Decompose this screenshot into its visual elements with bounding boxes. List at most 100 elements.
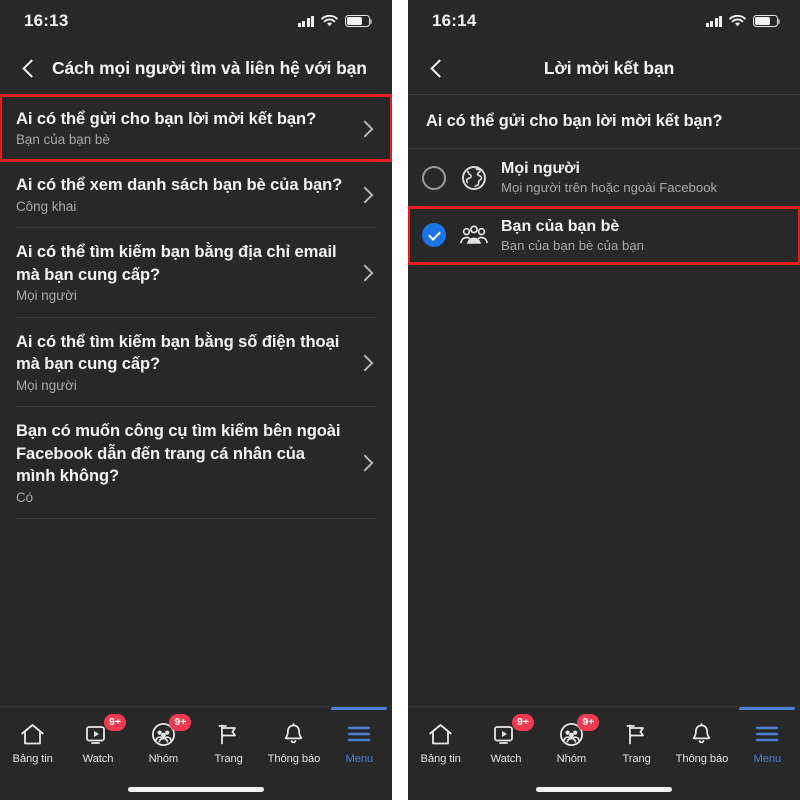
row-title: Ai có thể xem danh sách bạn bè của bạn? (16, 175, 343, 195)
flag-icon (215, 721, 243, 747)
right-home-indicator[interactable] (408, 778, 800, 800)
row-value: Mọi người (16, 288, 77, 304)
tab-badge: 9+ (104, 714, 126, 731)
row-value: Công khai (16, 198, 77, 214)
left-home-indicator[interactable] (0, 778, 392, 800)
privacy-settings-list: Ai có thể gửi cho bạn lời mời kết bạn? B… (0, 93, 392, 706)
tab-thong-bao[interactable]: Thông báo (669, 713, 734, 778)
option-subtitle: Bạn của bạn bè của bạn (501, 237, 644, 253)
setting-row-phone-lookup[interactable]: Ai có thể tìm kiếm bạn bằng số điện thoạ… (0, 318, 392, 407)
right-status-bar: 16:14 (408, 0, 800, 42)
bell-icon (688, 721, 716, 747)
video-icon: 9+ (492, 714, 534, 747)
row-text-group: Bạn có muốn công cụ tìm kiếm bên ngoài F… (16, 420, 358, 506)
home-icon (427, 721, 455, 747)
section-question-header: Ai có thể gửi cho bạn lời mời kết bạn? (408, 95, 800, 148)
tab-trang[interactable]: Trang (196, 713, 261, 778)
row-value: Mọi người (16, 377, 77, 393)
cellular-signal-icon (297, 15, 314, 27)
back-chevron-icon[interactable] (424, 55, 450, 81)
option-text-group: Bạn của bạn bè Bạn của bạn bè của bạn (501, 217, 784, 255)
video-icon: 9+ (84, 714, 126, 747)
chevron-right-icon (358, 186, 376, 204)
tab-label: Nhóm (148, 753, 179, 765)
tab-bang-tin[interactable]: Bảng tin (0, 713, 65, 778)
row-title: Ai có thể tìm kiếm bạn bằng số điện thoạ… (16, 331, 340, 374)
option-subtitle: Mọi người trên hoặc ngoài Facebook (501, 180, 718, 195)
wifi-icon (729, 14, 746, 26)
tab-label: Bảng tin (420, 753, 461, 765)
home-icon (19, 721, 47, 747)
tab-badge: 9+ (512, 714, 534, 731)
tab-badge: 9+ (577, 714, 600, 731)
left-phone-screen: 16:13 Cách mọi người tìm và liên hệ với … (0, 0, 392, 800)
tab-label: Trang (622, 753, 651, 765)
list-divider (16, 518, 376, 520)
setting-row-friend-requests[interactable]: Ai có thể gửi cho bạn lời mời kết bạn? B… (0, 93, 392, 163)
hamburger-menu-icon (345, 721, 373, 747)
option-text-group: Mọi người Mọi người trên hoặc ngoài Face… (501, 159, 784, 197)
left-bottom-tab-bar: Bảng tin 9+ Watch 9+ Nhóm Trang Thông bá… (0, 706, 392, 778)
chevron-right-icon (358, 354, 376, 372)
tab-label: Thông báo (267, 753, 321, 765)
tab-menu[interactable]: Menu (327, 707, 392, 778)
row-text-group: Ai có thể tìm kiếm bạn bằng số điện thoạ… (16, 331, 358, 395)
cellular-signal-icon (705, 15, 722, 27)
right-phone-screen: 16:14 Lời mời kết bạn Ai có thể gửi cho … (408, 0, 800, 800)
battery-icon (753, 15, 781, 27)
tab-watch[interactable]: 9+ Watch (473, 713, 538, 778)
radio-unselected[interactable] (422, 165, 446, 190)
row-value: Có (16, 489, 34, 505)
tab-nhom[interactable]: 9+ Nhóm (539, 713, 604, 778)
section-question-text: Ai có thể gửi cho bạn lời mời kết bạn? (426, 112, 723, 130)
flag-icon (623, 721, 651, 747)
row-title: Ai có thể gửi cho bạn lời mời kết bạn? (16, 109, 317, 128)
battery-icon (345, 15, 373, 27)
row-title: Bạn có muốn công cụ tìm kiếm bên ngoài F… (16, 421, 341, 486)
hamburger-menu-icon (753, 721, 781, 747)
globe-icon (459, 163, 489, 193)
tab-nhom[interactable]: 9+ Nhóm (131, 713, 196, 778)
tab-label: Menu (753, 753, 782, 765)
tab-label: Menu (345, 753, 374, 765)
tab-label: Watch (490, 753, 522, 765)
left-nav-header: Cách mọi người tìm và liên hệ với bạn (0, 42, 392, 94)
tab-label: Bảng tin (12, 753, 53, 765)
tab-watch[interactable]: 9+ Watch (65, 713, 130, 778)
left-status-bar: 16:13 (0, 0, 392, 42)
tab-thong-bao[interactable]: Thông báo (261, 713, 326, 778)
tab-trang[interactable]: Trang (604, 713, 669, 778)
back-chevron-icon[interactable] (16, 55, 42, 81)
tab-bang-tin[interactable]: Bảng tin (408, 713, 473, 778)
chevron-right-icon (358, 454, 376, 472)
chevron-right-icon (358, 264, 376, 282)
bell-icon (280, 721, 308, 747)
tab-label: Thông báo (675, 753, 729, 765)
status-time: 16:13 (24, 11, 69, 30)
wifi-icon (321, 14, 338, 26)
tab-label: Nhóm (556, 753, 587, 765)
tab-menu[interactable]: Menu (735, 707, 800, 778)
active-tab-indicator (739, 707, 796, 710)
setting-row-email-lookup[interactable]: Ai có thể tìm kiếm bạn bằng địa chỉ emai… (0, 228, 392, 317)
tab-label: Trang (214, 753, 243, 765)
status-icon-group (297, 14, 373, 28)
groups-icon: 9+ (557, 714, 600, 747)
chevron-right-icon (358, 120, 376, 138)
right-empty-space (408, 264, 800, 706)
setting-row-search-engines[interactable]: Bạn có muốn công cụ tìm kiếm bên ngoài F… (0, 407, 392, 518)
option-title: Mọi người (501, 160, 580, 177)
right-bottom-tab-bar: Bảng tin 9+ Watch 9+ Nhóm Trang Thông bá… (408, 706, 800, 778)
row-text-group: Ai có thể tìm kiếm bạn bằng địa chỉ emai… (16, 241, 358, 305)
friends-group-icon (459, 220, 489, 250)
option-ban-cua-ban-be[interactable]: Bạn của bạn bè Bạn của bạn bè của bạn (408, 205, 800, 265)
tab-badge: 9+ (169, 714, 192, 731)
row-text-group: Ai có thể xem danh sách bạn bè của bạn? … (16, 174, 358, 215)
status-time: 16:14 (432, 11, 477, 30)
right-nav-header: Lời mời kết bạn (408, 42, 800, 94)
row-value: Bạn của bạn bè (16, 132, 110, 148)
radio-selected[interactable] (422, 223, 446, 248)
option-moi-nguoi[interactable]: Mọi người Mọi người trên hoặc ngoài Face… (408, 149, 800, 207)
setting-row-friend-list[interactable]: Ai có thể xem danh sách bạn bè của bạn? … (0, 161, 392, 227)
active-tab-indicator (331, 707, 388, 710)
